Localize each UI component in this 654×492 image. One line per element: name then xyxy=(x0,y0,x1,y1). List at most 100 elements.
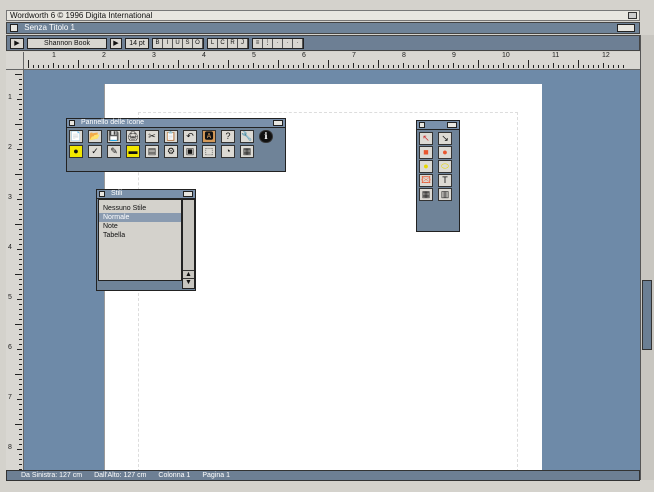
circle-tool-icon[interactable]: ● xyxy=(419,160,433,173)
clock-icon[interactable]: ◔ xyxy=(221,145,235,158)
print-icon[interactable]: 🖨 xyxy=(126,130,140,143)
frame-icon[interactable]: ▣ xyxy=(183,145,197,158)
styles-scrollbar[interactable]: ▲ ▼ xyxy=(182,199,195,289)
document-title-bar[interactable]: Senza Titolo 1 xyxy=(6,22,640,34)
styles-panel-title-bar[interactable]: Stili xyxy=(97,190,195,199)
check-icon[interactable]: ✓ xyxy=(88,145,102,158)
undo-icon[interactable]: ↶ xyxy=(183,130,197,143)
table-tool-icon[interactable]: ▦ xyxy=(419,188,433,201)
table-icon[interactable]: ▤ xyxy=(145,145,159,158)
help-icon[interactable]: ? xyxy=(221,130,235,143)
icon-panel: Pannello delle Icone 📄 📂 💾 🖨 ✂ 📋 ↶ 🅰 ? 🔧… xyxy=(66,118,286,172)
ruler-tick xyxy=(163,65,164,68)
columns-button[interactable]: ⋮ xyxy=(263,38,273,48)
ruler-tick xyxy=(98,65,99,68)
ruler-tick xyxy=(19,419,22,420)
ruler-tick xyxy=(438,65,439,68)
page-icon[interactable]: ⬚ xyxy=(202,145,216,158)
ruler-tick xyxy=(218,65,219,68)
align-center-button[interactable]: C xyxy=(218,38,228,48)
bold-button[interactable]: B xyxy=(153,38,163,48)
outline-button[interactable]: O xyxy=(193,38,203,48)
ruler-tick xyxy=(83,65,84,68)
pointer-tool-icon[interactable]: ↖ xyxy=(419,132,433,145)
line-tool-icon[interactable]: ↘ xyxy=(438,132,452,145)
ruler-tick xyxy=(303,63,304,68)
ruler-tick xyxy=(323,65,324,68)
new-document-icon[interactable]: 📄 xyxy=(69,130,83,143)
ruler-tick xyxy=(273,65,274,68)
rectangle-tool-icon[interactable]: ■ xyxy=(419,146,433,159)
style-item-tabella[interactable]: Tabella xyxy=(99,231,181,240)
line-spacing-button[interactable]: ≡ xyxy=(253,38,263,48)
vertical-scrollbar[interactable] xyxy=(640,35,654,480)
pen-icon[interactable]: ✎ xyxy=(107,145,121,158)
ruler-tick xyxy=(393,65,394,68)
close-icon[interactable] xyxy=(69,120,75,126)
ruler-tick xyxy=(528,60,529,68)
info-icon[interactable]: ℹ xyxy=(259,130,273,143)
align-left-button[interactable]: L xyxy=(208,38,218,48)
screen: Wordworth 6 © 1996 Digita International … xyxy=(0,0,654,492)
settings-icon[interactable]: ⚙ xyxy=(164,145,178,158)
close-icon[interactable] xyxy=(99,191,105,197)
vertical-ruler[interactable]: 1 2 3 4 5 6 7 8 xyxy=(6,70,24,470)
italic-button[interactable]: I xyxy=(163,38,173,48)
align-right-button[interactable]: R xyxy=(228,38,238,48)
horizontal-ruler[interactable]: 1 2 3 4 5 6 7 8 9 10 11 12 xyxy=(24,52,640,70)
text-tool-icon[interactable]: T xyxy=(438,174,452,187)
picture-tool-icon[interactable]: 🖾 xyxy=(419,174,433,187)
depth-icon[interactable] xyxy=(273,120,283,126)
circle-icon[interactable]: ● xyxy=(69,145,83,158)
scroll-up-icon[interactable]: ▲ xyxy=(183,270,194,278)
depth-icon[interactable] xyxy=(183,191,193,197)
drawing-panel-title-bar[interactable] xyxy=(417,121,459,130)
depth-icon[interactable] xyxy=(447,122,457,128)
ruler-tick xyxy=(19,229,22,230)
icon-panel-title-bar[interactable]: Pannello delle Icone xyxy=(67,119,285,128)
underline-button[interactable]: U xyxy=(173,38,183,48)
icon-panel-title: Pannello delle Icone xyxy=(81,119,145,126)
ruler-tick xyxy=(328,60,329,68)
ruler-number: 12 xyxy=(602,52,610,59)
tools-icon[interactable]: 🔧 xyxy=(240,130,254,143)
font-size-arrow-icon[interactable]: ▶ xyxy=(110,37,122,49)
ruler-tick xyxy=(15,424,22,425)
menu-arrow-icon[interactable]: ▶ xyxy=(10,37,24,49)
open-file-icon[interactable]: 📂 xyxy=(88,130,102,143)
grid-icon[interactable]: ▦ xyxy=(240,145,254,158)
rounded-rect-tool-icon[interactable]: ● xyxy=(438,146,452,159)
outdent-button[interactable]: · xyxy=(293,38,303,48)
highlight-icon[interactable]: ▬ xyxy=(126,145,140,158)
align-justify-button[interactable]: J xyxy=(238,38,248,48)
ruler-tick xyxy=(19,239,22,240)
window-depth-gadget-icon[interactable] xyxy=(628,12,637,19)
style-item-note[interactable]: Note xyxy=(99,222,181,231)
ruler-number: 1 xyxy=(8,94,12,101)
style-item-nessuno-stile[interactable]: Nessuno Stile xyxy=(99,204,181,213)
ruler-tick xyxy=(19,284,22,285)
strike-button[interactable]: S xyxy=(183,38,193,48)
font-size-field[interactable]: 14 pt xyxy=(125,37,149,49)
ruler-tick xyxy=(583,65,584,68)
grid-tool-icon[interactable]: ▥ xyxy=(438,188,452,201)
ruler-tick xyxy=(19,409,22,410)
ruler-tick xyxy=(498,65,499,68)
cut-icon[interactable]: ✂ xyxy=(145,130,159,143)
ellipse-tool-icon[interactable]: ⬭ xyxy=(438,160,452,173)
font-icon[interactable]: 🅰 xyxy=(202,130,216,143)
depth-icon[interactable] xyxy=(617,24,635,32)
app-title-bar[interactable]: Wordworth 6 © 1996 Digita International xyxy=(6,10,640,21)
indent-button[interactable]: · xyxy=(283,38,293,48)
style-item-normale[interactable]: Normale xyxy=(99,213,181,222)
ruler-tick xyxy=(43,65,44,68)
save-icon[interactable]: 💾 xyxy=(107,130,121,143)
ruler-tick xyxy=(198,65,199,68)
scroll-down-icon[interactable]: ▼ xyxy=(183,278,194,286)
copy-icon[interactable]: 📋 xyxy=(164,130,178,143)
tab-button[interactable]: · xyxy=(273,38,283,48)
scrollbar-thumb[interactable] xyxy=(642,280,652,350)
font-name-field[interactable]: Shannon Book xyxy=(27,37,107,49)
close-icon[interactable] xyxy=(10,23,18,32)
close-icon[interactable] xyxy=(419,122,425,128)
